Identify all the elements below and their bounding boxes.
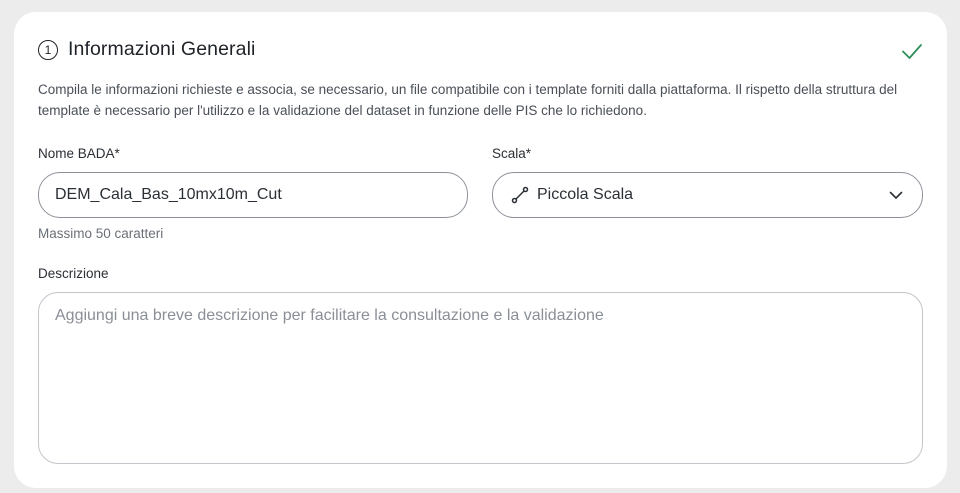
description-textarea[interactable]: Aggiungi una breve descrizione per facil… [38, 292, 923, 464]
description-placeholder: Aggiungi una breve descrizione per facil… [55, 307, 604, 324]
description-label: Descrizione [38, 266, 109, 281]
scale-line-icon [511, 186, 529, 204]
scale-label: Scala* [492, 146, 532, 161]
step-number: 1 [44, 42, 52, 57]
chevron-down-icon[interactable] [888, 187, 904, 203]
section-header: 1 Informazioni Generali [38, 38, 255, 61]
section-description: Compila le informazioni richieste e asso… [38, 82, 898, 118]
scale-select-value: Piccola Scala [537, 186, 634, 203]
general-info-card: 1 Informazioni Generali Compila le infor… [14, 12, 947, 488]
name-input-value: DEM_Cala_Bas_10mx10m_Cut [55, 186, 282, 203]
name-label: Nome BADA* [38, 146, 120, 161]
scale-select[interactable]: Piccola Scala [492, 172, 923, 218]
name-hint: Massimo 50 caratteri [38, 226, 164, 241]
name-input[interactable]: DEM_Cala_Bas_10mx10m_Cut [38, 172, 468, 218]
check-icon [901, 40, 923, 62]
step-number-badge: 1 [38, 39, 58, 60]
section-title: Informazioni Generali [68, 38, 256, 60]
